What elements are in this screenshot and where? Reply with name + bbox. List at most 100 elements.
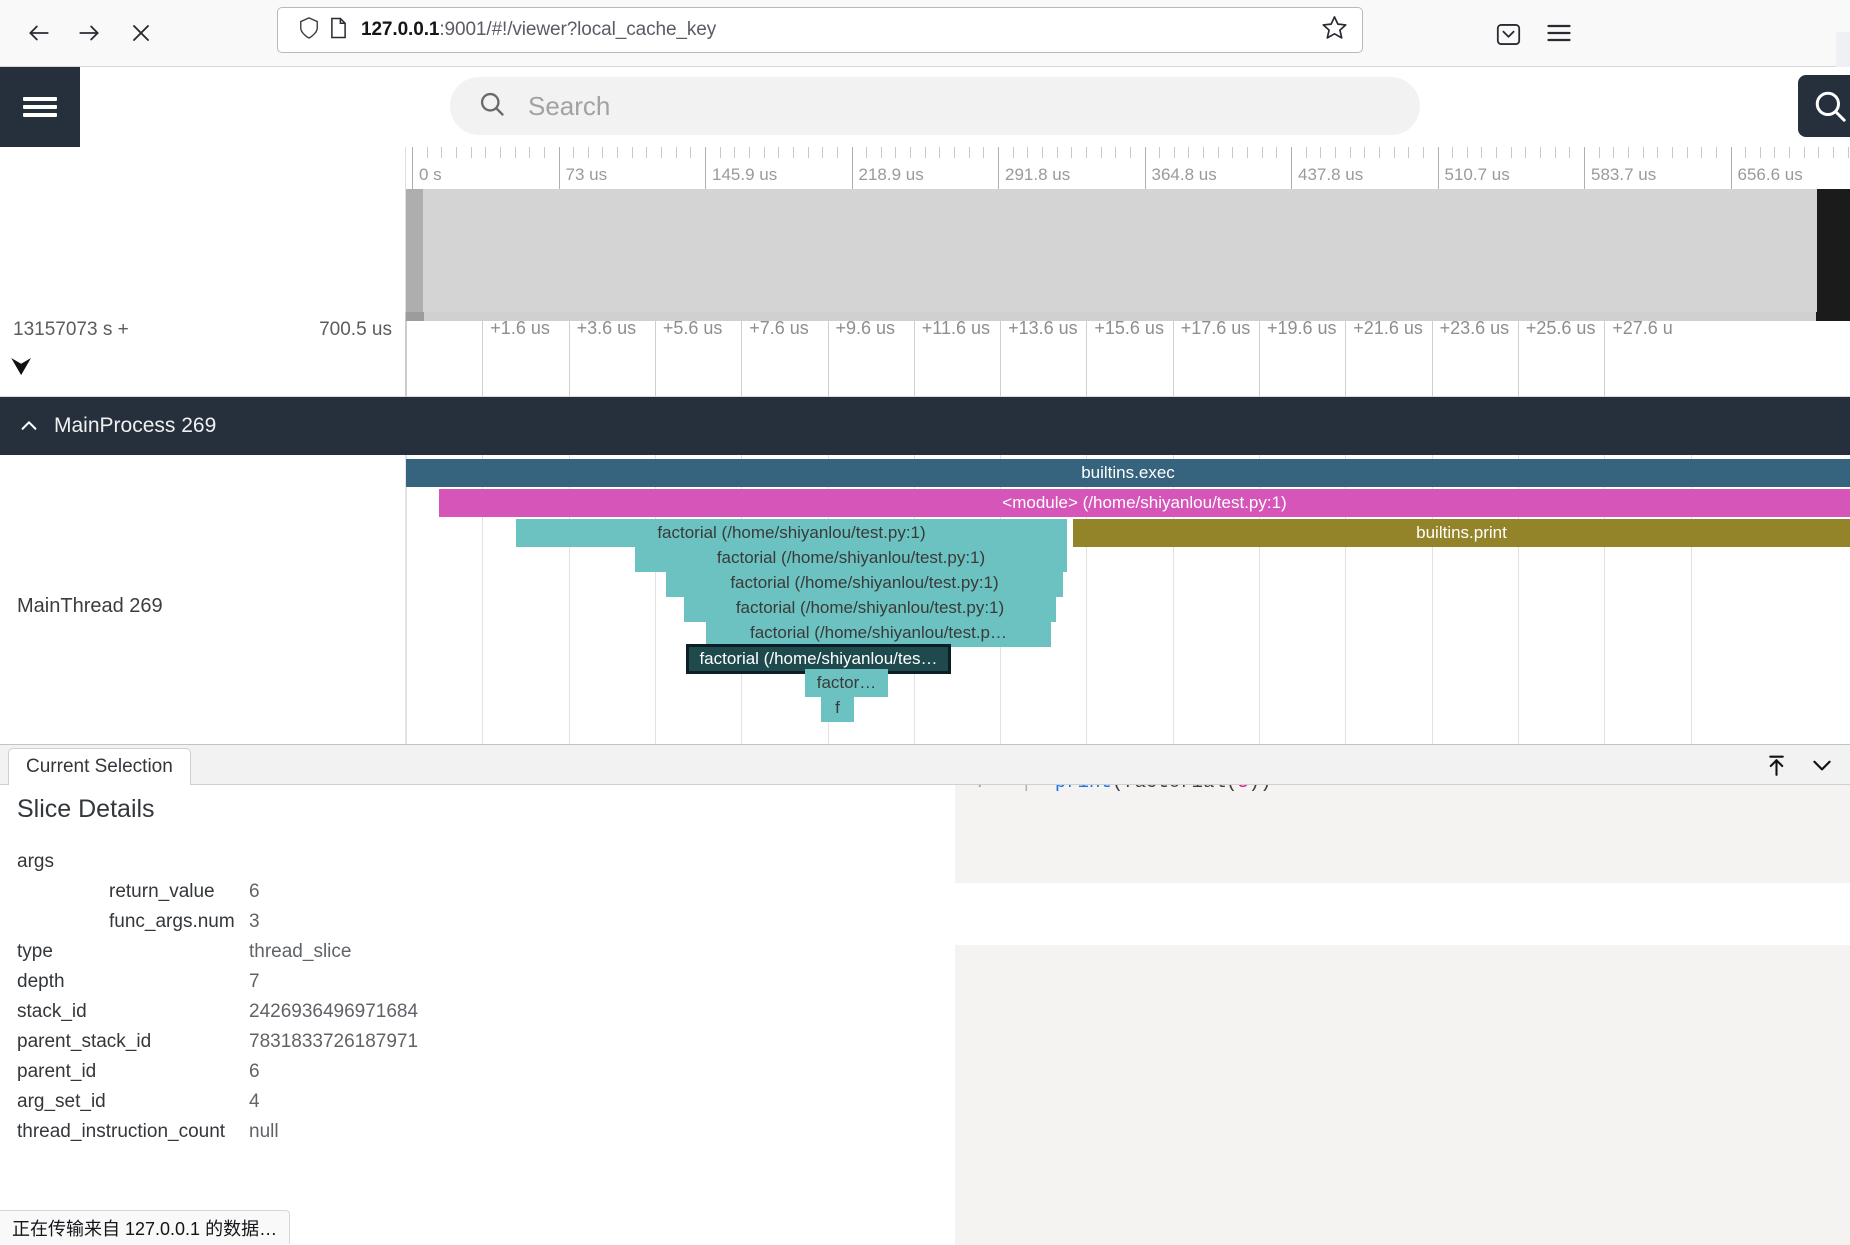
details-row-key: thread_instruction_count <box>17 1117 249 1147</box>
details-row: func_args.num3 <box>17 907 957 937</box>
slice[interactable]: factorial (/home/shiyanlou/test.py:1) <box>516 519 1067 547</box>
time-tick-label: +3.6 us <box>569 318 637 339</box>
slice[interactable]: factorial (/home/shiyanlou/test.py:1) <box>666 569 1063 597</box>
ruler-minor-tick <box>1833 147 1834 158</box>
overview-ruler: 0 s73 us145.9 us218.9 us291.8 us364.8 us… <box>406 147 1850 189</box>
ruler-minor-tick <box>1350 147 1351 158</box>
browser-status-bar: 正在传输来自 127.0.0.1 的数据… <box>0 1210 290 1244</box>
time-axis-scroll-thumb[interactable] <box>406 312 424 321</box>
sidebar-toggle-button[interactable] <box>0 67 80 147</box>
process-group-header[interactable]: MainProcess 269 <box>0 397 1850 455</box>
thread-track-area: MainThread 269 builtins.exec<module> (/h… <box>0 455 1850 744</box>
time-axis-scroll-strip[interactable] <box>406 312 1850 321</box>
slice[interactable]: factorial (/home/shiyanlou/test.p… <box>706 619 1051 647</box>
slice[interactable]: factorial (/home/shiyanlou/test.py:1) <box>684 594 1056 622</box>
browser-url-bar[interactable]: 127.0.0.1:9001/#!/viewer?local_cache_key <box>277 7 1363 53</box>
source-code-pane[interactable]: 7 | print(factorial(3)) <box>955 785 1850 1245</box>
slice[interactable]: builtins.exec <box>406 459 1850 487</box>
browser-menu-button[interactable] <box>1538 12 1580 54</box>
ruler-minor-tick <box>1555 147 1556 158</box>
tab-current-selection[interactable]: Current Selection <box>8 748 191 785</box>
time-tick-label: +9.6 us <box>828 318 896 339</box>
url-rest: :9001/#!/viewer?local_cache_key <box>439 19 716 40</box>
slice[interactable]: <module> (/home/shiyanlou/test.py:1) <box>439 489 1850 517</box>
ruler-minor-tick <box>515 147 516 158</box>
page-icon <box>330 17 347 44</box>
details-row-key: parent_id <box>17 1057 249 1087</box>
slice[interactable]: builtins.print <box>1073 519 1850 547</box>
close-icon <box>129 21 153 45</box>
details-row: stack_id2426936496971684 <box>17 997 957 1027</box>
search-icon <box>478 90 506 123</box>
ruler-minor-tick <box>1496 147 1497 158</box>
track-sidebar[interactable]: MainThread 269 <box>0 455 406 744</box>
hamburger-menu-icon <box>23 93 57 121</box>
arrow-right-icon <box>76 20 102 46</box>
details-row: thread_instruction_countnull <box>17 1117 957 1147</box>
ruler-minor-tick <box>646 147 647 158</box>
code-pane-gap <box>955 883 1850 945</box>
ruler-minor-tick <box>1804 147 1805 158</box>
ruler-minor-tick <box>1379 147 1380 158</box>
ruler-minor-tick <box>1086 147 1087 158</box>
search-input[interactable] <box>526 90 1420 123</box>
ruler-minor-tick <box>925 147 926 158</box>
ruler-minor-tick <box>544 147 545 158</box>
details-row: parent_id6 <box>17 1057 957 1087</box>
slice[interactable]: factor… <box>805 669 888 697</box>
code-close-paren: )) <box>1249 785 1272 793</box>
ruler-minor-tick <box>895 147 896 158</box>
ruler-minor-tick <box>1745 147 1746 158</box>
details-row: return_value6 <box>17 877 957 907</box>
slice-canvas[interactable]: builtins.exec<module> (/home/shiyanlou/t… <box>406 455 1850 744</box>
overview-viewport-handle-right[interactable] <box>1817 189 1850 312</box>
browser-back-button[interactable] <box>18 12 60 54</box>
details-row-key: args <box>17 847 249 877</box>
ruler-minor-tick <box>1628 147 1629 158</box>
ruler-minor-tick <box>1818 147 1819 158</box>
overview-viewport-handle-left[interactable] <box>406 189 423 312</box>
chevron-collapse-icon[interactable]: ⮟ <box>12 356 31 378</box>
chevron-down-icon[interactable] <box>1804 747 1840 783</box>
chevron-up-icon[interactable] <box>18 415 40 437</box>
ruler-minor-tick <box>1408 147 1409 158</box>
ruler-minor-tick <box>1262 147 1263 158</box>
bookmark-star-icon[interactable] <box>1321 14 1348 46</box>
ruler-minor-tick <box>1569 147 1570 158</box>
time-tick-label: +7.6 us <box>741 318 809 339</box>
browser-stop-button[interactable] <box>120 12 162 54</box>
details-row-value: 4 <box>249 1087 957 1117</box>
overview-minimap[interactable] <box>406 189 1850 312</box>
ruler-minor-tick <box>632 147 633 158</box>
omnibox[interactable] <box>450 77 1420 135</box>
ruler-minor-tick <box>1218 147 1219 158</box>
ruler-minor-tick <box>1335 147 1336 158</box>
slice[interactable]: f <box>821 694 854 722</box>
ruler-tick-label: 218.9 us <box>852 165 924 185</box>
shield-icon <box>298 16 320 45</box>
browser-chrome: 127.0.0.1:9001/#!/viewer?local_cache_key <box>0 0 1850 67</box>
ruler-minor-tick <box>910 147 911 158</box>
omnibox-search-button[interactable] <box>1798 75 1850 137</box>
ruler-minor-tick <box>793 147 794 158</box>
ruler-minor-tick <box>1159 147 1160 158</box>
ruler-minor-tick <box>837 147 838 158</box>
ruler-minor-tick <box>1276 147 1277 158</box>
ruler-minor-tick <box>1613 147 1614 158</box>
browser-forward-button[interactable] <box>68 12 110 54</box>
ruler-minor-tick <box>1540 147 1541 158</box>
overview-sidebar <box>0 147 406 312</box>
code-open-paren: (factorial( <box>1112 785 1237 793</box>
url-host: 127.0.0.1 <box>361 19 439 40</box>
slice[interactable]: factorial (/home/shiyanlou/test.py:1) <box>635 544 1067 572</box>
time-axis-ruler[interactable]: +1.6 us+3.6 us+5.6 us+7.6 us+9.6 us+11.6… <box>406 312 1850 397</box>
ruler-minor-tick <box>617 147 618 158</box>
scroll-to-top-icon[interactable] <box>1758 747 1794 783</box>
pocket-button[interactable] <box>1487 13 1529 55</box>
ruler-minor-tick <box>1203 147 1204 158</box>
time-axis-row: 13157073 s + 700.5 us ⮟ +1.6 us+3.6 us+5… <box>0 312 1850 397</box>
overview-timeline[interactable]: 0 s73 us145.9 us218.9 us291.8 us364.8 us… <box>0 147 1850 312</box>
ruler-minor-tick <box>808 147 809 158</box>
ruler-minor-tick <box>1174 147 1175 158</box>
ruler-minor-tick <box>939 147 940 158</box>
